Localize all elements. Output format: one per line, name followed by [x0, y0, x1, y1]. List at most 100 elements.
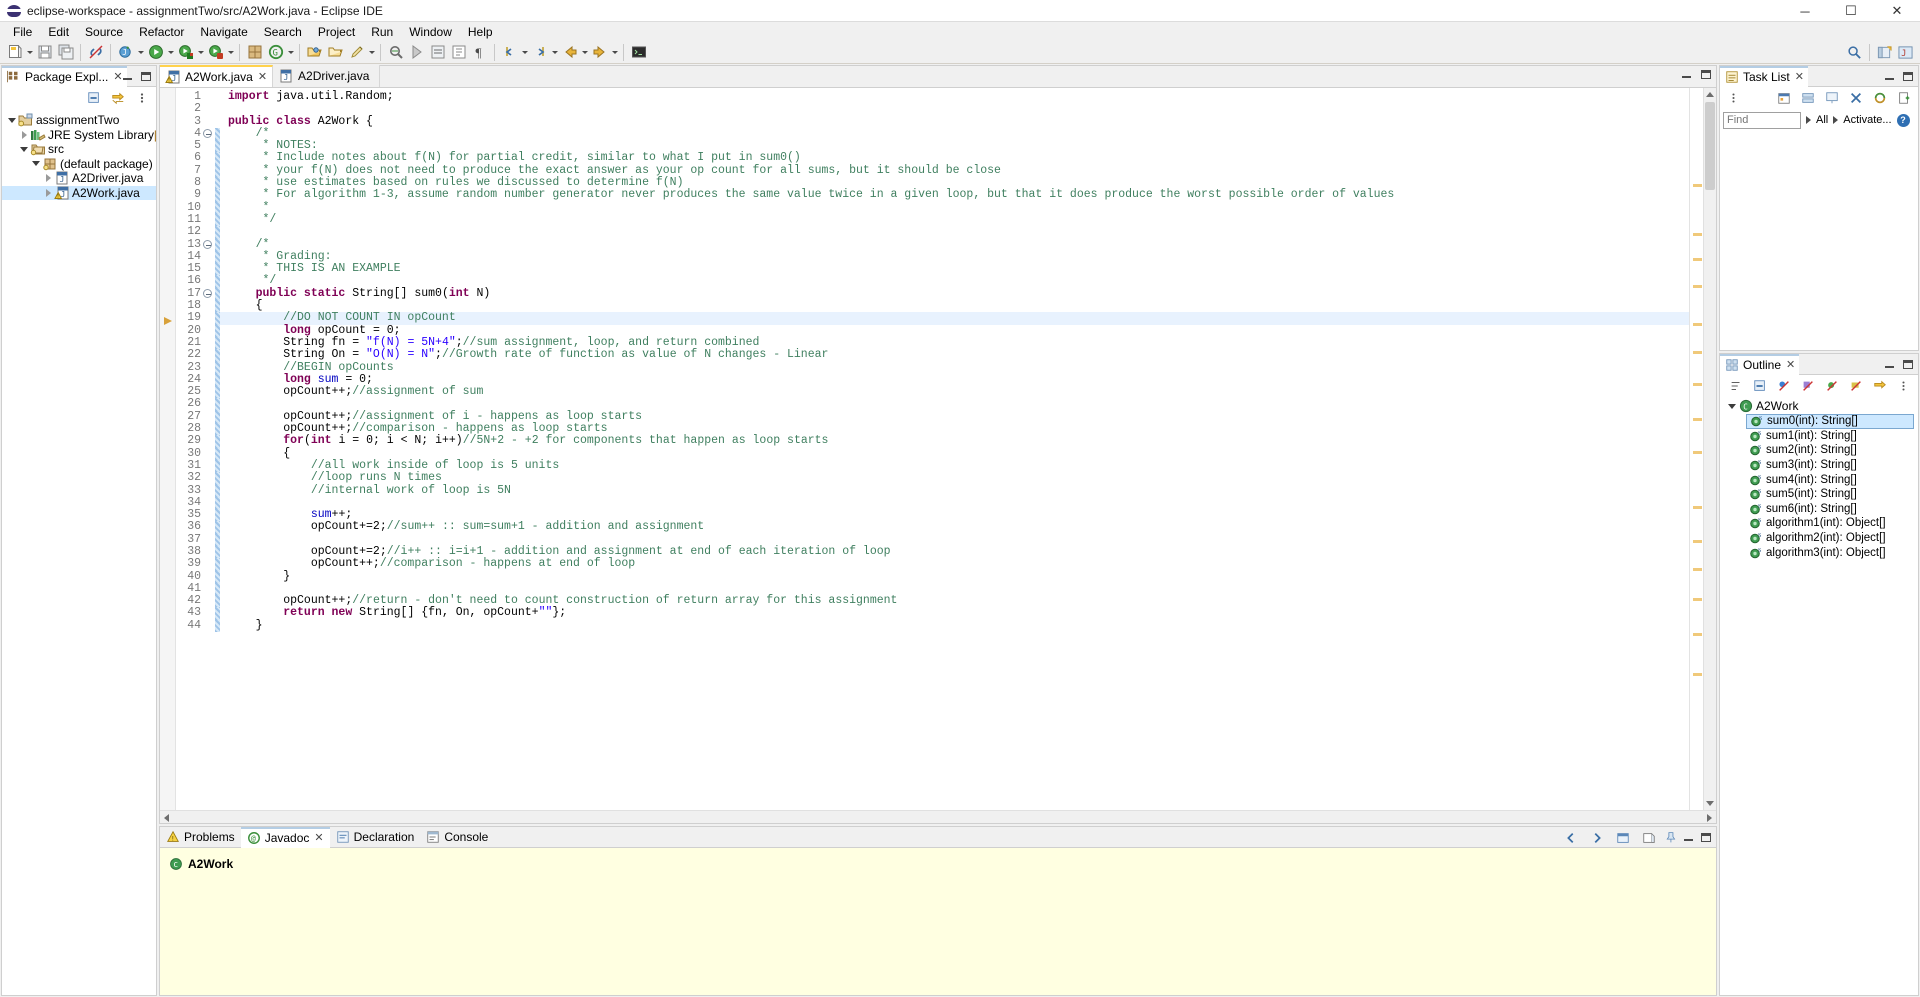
task-list-body[interactable] — [1720, 131, 1918, 350]
code-line[interactable]: String On = "O(N) = N";//Growth rate of … — [220, 349, 1689, 361]
code-line[interactable]: } — [220, 619, 1689, 632]
search-ref-icon[interactable] — [385, 42, 406, 63]
task-find-input[interactable] — [1723, 111, 1801, 129]
overview-ruler-mark[interactable] — [1693, 568, 1702, 571]
new-file-icon[interactable] — [4, 42, 25, 63]
hide-fields-icon[interactable] — [1773, 376, 1794, 397]
minimize-icon[interactable] — [1883, 358, 1896, 371]
pencil-icon[interactable] — [346, 42, 367, 63]
overview-ruler-mark[interactable] — [1693, 598, 1702, 601]
outline-root[interactable]: C A2Work — [1720, 399, 1918, 414]
next-annotation-icon[interactable] — [427, 42, 448, 63]
task-list-close-icon[interactable]: ✕ — [1795, 71, 1804, 83]
overview-ruler-mark[interactable] — [1693, 633, 1702, 636]
open-perspective-icon[interactable] — [1874, 42, 1895, 63]
outline-member-sum1[interactable]: Ssum1(int) : String[] — [1746, 429, 1914, 444]
view-menu-icon[interactable] — [131, 88, 152, 109]
bottom-tab-javadoc[interactable]: @ Javadoc ✕ — [240, 826, 330, 848]
forward-arrow-icon[interactable] — [589, 42, 610, 63]
code-line[interactable]: opCount+=2;//sum++ :: sum=sum+1 - additi… — [220, 521, 1689, 533]
whitespace-icon[interactable] — [448, 42, 469, 63]
menu-window[interactable]: Window — [401, 23, 460, 41]
save-all-icon[interactable] — [55, 42, 76, 63]
bottom-tab-problems[interactable]: ! Problems — [160, 827, 241, 848]
save-icon[interactable] — [34, 42, 55, 63]
maximize-icon[interactable] — [1700, 831, 1713, 844]
tree-item-src[interactable]: src — [2, 142, 156, 157]
chevron-down-icon[interactable] — [367, 42, 376, 63]
code-line[interactable]: //BEGIN opCounts — [220, 361, 1689, 374]
back-arrow-icon[interactable] — [559, 42, 580, 63]
code-line[interactable]: /* — [220, 238, 1689, 251]
code-line[interactable]: /* — [220, 127, 1689, 140]
scroll-down-icon[interactable] — [1704, 797, 1716, 810]
link-icon[interactable] — [85, 42, 106, 63]
code-line[interactable]: * Grading: — [220, 250, 1689, 263]
menu-project[interactable]: Project — [310, 23, 363, 41]
code-line[interactable]: * — [220, 201, 1689, 214]
hide-nonpublic-icon[interactable] — [1821, 376, 1842, 397]
tab-outline[interactable]: Outline ✕ — [1720, 353, 1800, 375]
editor-marker-bar[interactable] — [160, 88, 176, 810]
outline-member-sum3[interactable]: Ssum3(int) : String[] — [1746, 458, 1914, 473]
chevron-right-icon[interactable] — [42, 172, 54, 184]
maximize-icon[interactable] — [1902, 70, 1915, 83]
outline-member-algorithm1[interactable]: Salgorithm1(int) : Object[] — [1746, 516, 1914, 531]
presentation-icon[interactable] — [1821, 88, 1842, 109]
chevron-right-icon[interactable] — [42, 187, 54, 199]
quick-access-search-icon[interactable] — [1844, 42, 1865, 63]
help-icon[interactable]: ? — [1896, 113, 1910, 127]
prev-edit-icon[interactable] — [499, 42, 520, 63]
outline-member-sum4[interactable]: Ssum4(int) : String[] — [1746, 472, 1914, 487]
chevron-down-icon[interactable] — [18, 143, 30, 155]
scroll-right-icon[interactable] — [1703, 811, 1716, 824]
chevron-down-icon[interactable] — [166, 42, 175, 63]
overview-ruler-mark[interactable] — [1693, 351, 1702, 354]
collapse-all-icon[interactable] — [1749, 376, 1770, 397]
tree-item-jre-system-library[interactable]: JRE System Library [jdk-1 — [2, 128, 156, 143]
code-line[interactable]: import java.util.Random; — [220, 90, 1689, 103]
terminal-icon[interactable] — [628, 42, 649, 63]
outline-member-algorithm2[interactable]: Salgorithm2(int) : Object[] — [1746, 531, 1914, 546]
maximize-button[interactable]: ☐ — [1828, 0, 1874, 22]
editor-folding-column[interactable] — [202, 88, 215, 810]
chevron-down-icon[interactable] — [136, 42, 145, 63]
minimize-icon[interactable] — [1680, 68, 1693, 81]
editor-text-area[interactable]: import java.util.Random; public class A2… — [220, 88, 1689, 810]
open-task-icon[interactable] — [325, 42, 346, 63]
collapse-all-icon[interactable] — [83, 88, 104, 109]
code-line[interactable]: public static String[] sum0(int N) — [220, 287, 1689, 300]
maximize-icon[interactable] — [1700, 68, 1713, 81]
code-line[interactable]: return new String[] {fn, On, opCount+""}… — [220, 607, 1689, 619]
code-line[interactable]: * THIS IS AN EXAMPLE — [220, 263, 1689, 275]
schedule-icon[interactable] — [1773, 88, 1794, 109]
next-edit-icon[interactable] — [529, 42, 550, 63]
close-button[interactable]: ✕ — [1874, 0, 1920, 22]
overview-ruler-mark[interactable] — [1693, 323, 1702, 326]
tab-task-list[interactable]: Task List ✕ — [1720, 65, 1808, 87]
chevron-down-icon[interactable] — [6, 114, 18, 126]
scroll-up-icon[interactable] — [1704, 88, 1716, 101]
code-line[interactable]: for(int i = 0; i < N; i++)//5N+2 - +2 fo… — [220, 435, 1689, 447]
overview-ruler-mark[interactable] — [1693, 418, 1702, 421]
open-type-icon[interactable] — [304, 42, 325, 63]
menu-edit[interactable]: Edit — [40, 23, 77, 41]
new-task-icon[interactable] — [1893, 88, 1914, 109]
menu-file[interactable]: File — [5, 23, 40, 41]
java-perspective-icon[interactable]: J — [1895, 42, 1916, 63]
code-line[interactable] — [220, 497, 1689, 509]
chevron-down-icon[interactable] — [196, 42, 205, 63]
chevron-down-icon[interactable] — [1726, 400, 1738, 412]
chevron-right-icon[interactable] — [18, 129, 30, 141]
menu-refactor[interactable]: Refactor — [131, 23, 192, 41]
editor-tab-a2work[interactable]: J! A2Work.java ✕ — [160, 65, 274, 87]
maximize-icon[interactable] — [140, 70, 153, 83]
open-input-icon[interactable] — [1638, 827, 1659, 848]
bottom-tab-console[interactable]: Console — [420, 827, 494, 848]
scroll-left-icon[interactable] — [160, 811, 173, 824]
outline-member-sum2[interactable]: Ssum2(int) : String[] — [1746, 443, 1914, 458]
fold-collapse-icon[interactable] — [202, 239, 215, 251]
overview-ruler-mark[interactable] — [1693, 540, 1702, 543]
chevron-down-icon[interactable] — [30, 158, 42, 170]
code-line[interactable]: //internal work of loop is 5N — [220, 484, 1689, 497]
